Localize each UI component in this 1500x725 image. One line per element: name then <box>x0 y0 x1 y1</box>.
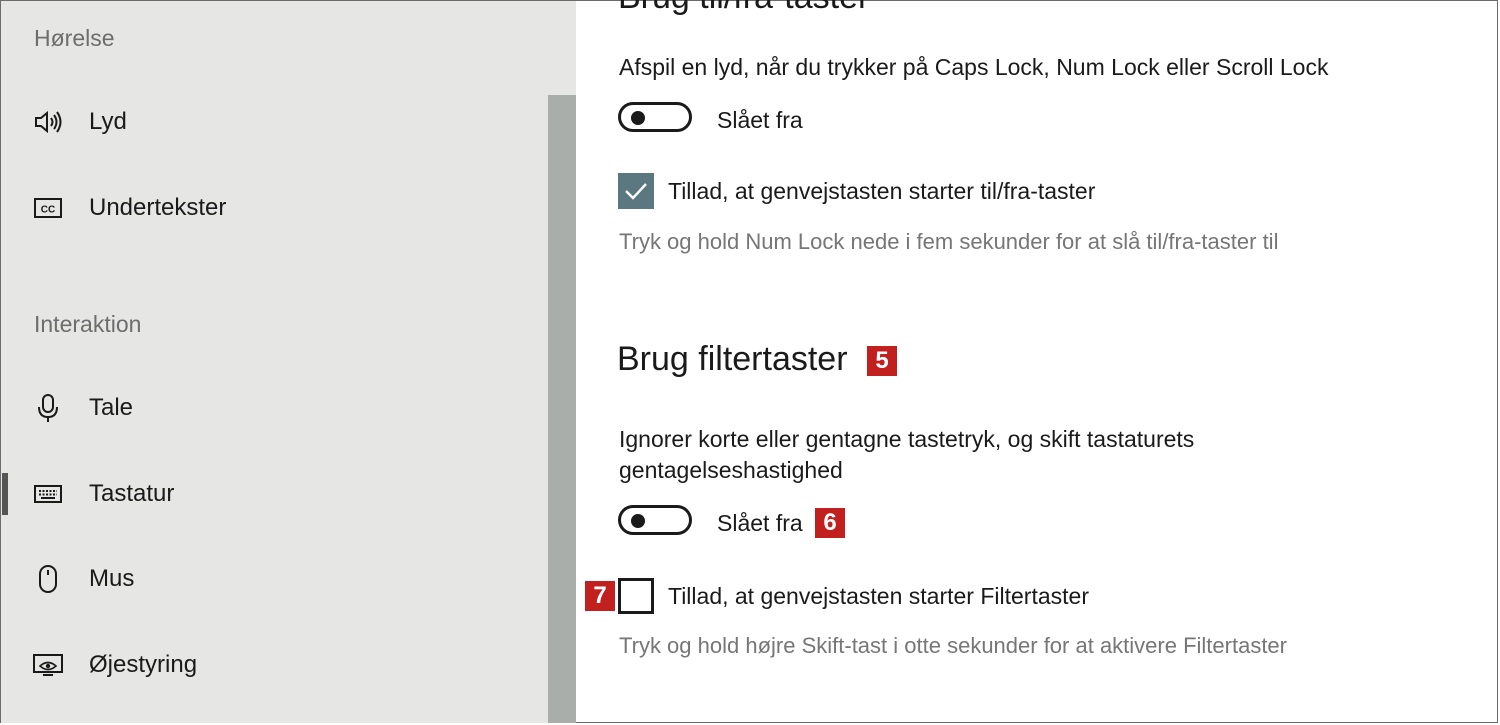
filter-keys-state: Slået fra <box>717 510 803 536</box>
sidebar-item-label: Lyd <box>89 108 127 135</box>
checkmark-icon <box>625 183 647 200</box>
filter-keys-shortcut-label: Tillad, at genvejstasten starter Filtert… <box>668 583 1089 609</box>
active-indicator <box>2 473 8 515</box>
toggle-knob <box>631 111 645 125</box>
callout-badge-5: 5 <box>867 346 897 376</box>
sidebar: Hørelse Lyd CC Undertekster Interaktion <box>1 1 548 723</box>
filter-keys-shortcut-checkbox[interactable] <box>618 578 654 614</box>
svg-text:CC: CC <box>41 205 55 216</box>
sidebar-item-ojestyring[interactable]: Øjestyring <box>1 637 548 693</box>
toggle-keys-sound-state: Slået fra <box>717 107 803 133</box>
sidebar-item-mus[interactable]: Mus <box>1 551 548 607</box>
sidebar-item-undertekster[interactable]: CC Undertekster <box>1 180 548 236</box>
sidebar-item-tastatur[interactable]: Tastatur <box>1 466 548 522</box>
sidebar-item-lyd[interactable]: Lyd <box>1 94 548 150</box>
toggle-keys-shortcut-label: Tillad, at genvejstasten starter til/fra… <box>668 178 1096 204</box>
sidebar-item-tale[interactable]: Tale <box>1 380 548 436</box>
toggle-keys-sound-switch[interactable] <box>618 102 692 132</box>
section-header-hearing: Hørelse <box>34 25 115 51</box>
filter-keys-description-line2: gentagelseshastighed <box>619 457 843 483</box>
microphone-icon <box>33 393 63 423</box>
mouse-icon <box>33 564 63 594</box>
toggle-keys-shortcut-hint: Tryk og hold Num Lock nede i fem sekunde… <box>619 229 1279 254</box>
filter-keys-shortcut-hint: Tryk og hold højre Skift-tast i otte sek… <box>619 633 1287 658</box>
eye-control-icon <box>33 650 63 680</box>
toggle-knob <box>631 514 645 528</box>
toggle-keys-shortcut-checkbox[interactable] <box>618 173 654 209</box>
keyboard-icon <box>33 479 63 509</box>
filter-keys-switch[interactable] <box>618 505 692 535</box>
toggle-keys-heading: Brug til/fra-taster <box>618 0 869 17</box>
sidebar-item-label: Tastatur <box>89 480 175 507</box>
sidebar-item-label: Tale <box>89 394 134 421</box>
toggle-keys-sound-label: Afspil en lyd, når du trykker på Caps Lo… <box>619 54 1329 80</box>
filter-keys-description-line1: Ignorer korte eller gentagne tastetryk, … <box>619 426 1195 452</box>
closed-captions-icon: CC <box>33 193 63 223</box>
scrollbar-thumb[interactable] <box>548 95 576 723</box>
sidebar-item-label: Undertekster <box>89 194 227 221</box>
scrollbar-track <box>548 1 576 95</box>
filter-keys-heading: Brug filtertaster <box>617 340 848 378</box>
sidebar-item-label: Øjestyring <box>89 651 198 678</box>
sidebar-item-label: Mus <box>89 565 135 592</box>
section-header-interaction: Interaktion <box>34 311 142 337</box>
callout-badge-7: 7 <box>585 581 615 611</box>
speaker-icon <box>33 107 63 137</box>
callout-badge-6: 6 <box>815 508 845 538</box>
